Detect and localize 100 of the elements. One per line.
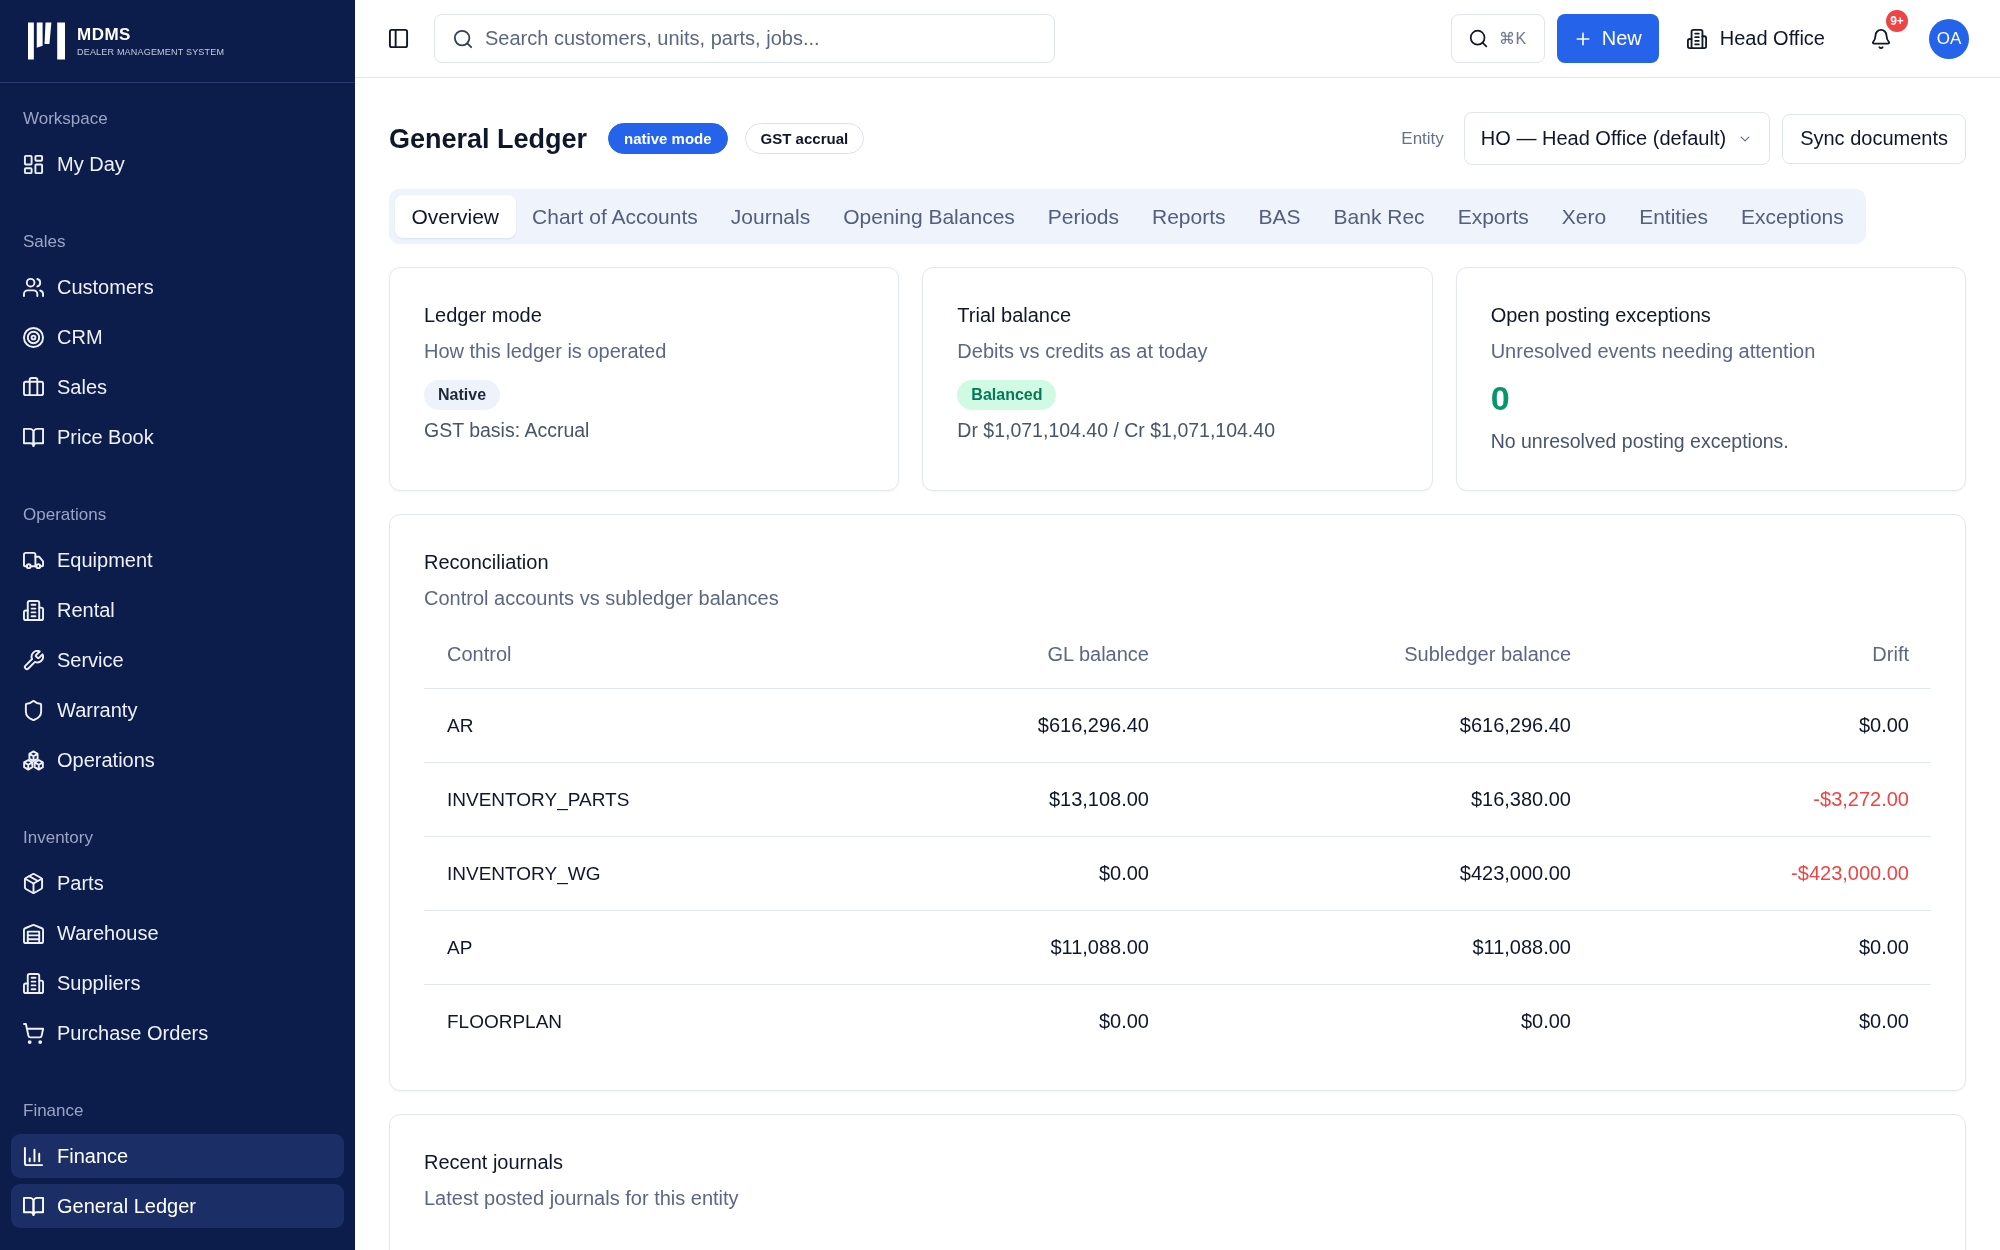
table-cell-text: -$423,000.00: [1790, 862, 1910, 885]
table-cell-text: $0.00: [1857, 1010, 1910, 1033]
sidebar-item[interactable]: Sales: [11, 365, 344, 409]
sidebar-item[interactable]: Warranty: [11, 688, 344, 732]
table-cell-text: $0.00: [1857, 714, 1910, 737]
bell-icon: [1871, 28, 1891, 49]
tab[interactable]: Opening Balances: [826, 195, 1032, 238]
sidebar-section-label: Operations: [22, 504, 107, 526]
sidebar-item[interactable]: Service: [11, 638, 344, 682]
card-detail: Dr $1,071,104.40 / Cr $1,071,104.40: [957, 418, 1275, 443]
card-detail: GST basis: Accrual: [424, 418, 590, 443]
table-cell-text: AR: [446, 714, 475, 737]
page-title: General Ledger: [389, 122, 588, 156]
tab[interactable]: Reports: [1135, 195, 1243, 238]
tab[interactable]: BAS: [1242, 195, 1318, 238]
sidebar-item[interactable]: Purchase Orders: [11, 1011, 344, 1055]
entity-label: Entity: [1401, 128, 1444, 149]
card-subtitle: Control accounts vs subledger balances: [424, 586, 779, 611]
tab[interactable]: Exports: [1441, 195, 1546, 238]
sidebar-item[interactable]: Price Book: [11, 415, 344, 459]
sidebar-item[interactable]: Suppliers: [11, 961, 344, 1005]
tab[interactable]: Overview: [395, 195, 516, 238]
new-button[interactable]: New: [1556, 14, 1659, 63]
table-cell-text: INVENTORY_WG: [446, 862, 602, 885]
search-icon: [453, 29, 473, 49]
command-search-button[interactable]: ⌘K: [1450, 14, 1545, 63]
notifications-button[interactable]: [1869, 26, 1893, 51]
wrench-icon: [23, 649, 44, 671]
sidebar-item[interactable]: General Ledger: [11, 1184, 344, 1228]
mode-badge: GST accrual: [744, 123, 865, 154]
sidebar-item[interactable]: CRM: [11, 315, 344, 359]
shield-icon: [23, 699, 44, 721]
sidebar-item[interactable]: Customers: [11, 265, 344, 309]
table-cell-text: $0.00: [1097, 862, 1150, 885]
table-cell-text: $616,296.40: [1036, 714, 1150, 737]
panel-icon: [387, 28, 409, 49]
sidebar-section-label: Sales: [22, 231, 66, 253]
tab[interactable]: Exceptions: [1724, 195, 1861, 238]
tab[interactable]: Journals: [714, 195, 827, 238]
tab[interactable]: Entities: [1622, 195, 1725, 238]
building-icon: [1686, 28, 1707, 49]
sidebar-item[interactable]: Warehouse: [11, 911, 344, 955]
table-cell-text: $423,000.00: [1458, 862, 1572, 885]
package-icon: [23, 872, 44, 894]
target-icon: [23, 326, 44, 348]
truck-icon: [23, 549, 44, 571]
search-icon: [1469, 29, 1489, 48]
table-cell-text: $0.00: [1519, 1010, 1572, 1033]
status-badge: Balanced: [957, 380, 1057, 410]
cart-icon: [23, 1022, 44, 1044]
entity-select[interactable]: HO — Head Office (default): [1463, 112, 1771, 165]
sidebar-section-label: Workspace: [22, 108, 108, 130]
tab[interactable]: Xero: [1545, 195, 1623, 238]
logo-tagline: DEALER MANAGEMENT SYSTEM: [77, 46, 225, 57]
notification-count: 9+: [1886, 9, 1908, 32]
mode-badge: native mode: [608, 123, 728, 154]
sidebar-item[interactable]: My Day: [11, 142, 344, 186]
table-cell-text: FLOORPLAN: [446, 1010, 564, 1033]
card-detail: No unresolved posting exceptions.: [1490, 429, 1789, 454]
table-cell-text: INVENTORY_PARTS: [446, 788, 631, 811]
building-icon: [23, 972, 44, 994]
search-field[interactable]: Search customers, units, parts, jobs...: [434, 14, 1055, 63]
table-cell-text: $0.00: [1857, 936, 1910, 959]
sidebar-item[interactable]: Equipment: [11, 538, 344, 582]
tab[interactable]: Chart of Accounts: [515, 195, 715, 238]
table-cell-text: -$3,272.00: [1812, 788, 1910, 811]
building-icon: [23, 599, 44, 621]
cubes-icon: [23, 749, 44, 771]
column-header: GL balance: [1046, 643, 1150, 666]
briefcase-icon: [23, 376, 44, 398]
table-cell-text: $13,108.00: [1047, 788, 1150, 811]
logo-icon: [28, 22, 65, 60]
table-cell-text: $616,296.40: [1458, 714, 1572, 737]
card-title: Ledger mode: [424, 303, 542, 328]
location-switcher[interactable]: Head Office: [1686, 18, 1825, 59]
sidebar-item[interactable]: Parts: [11, 861, 344, 905]
card-title: Reconciliation: [424, 550, 549, 575]
table-cell-text: $11,088.00: [1049, 936, 1150, 959]
card-title: Open posting exceptions: [1490, 303, 1711, 328]
tab[interactable]: Bank Rec: [1317, 195, 1442, 238]
column-header: Drift: [1871, 643, 1910, 666]
card-title: Trial balance: [957, 303, 1072, 328]
tab[interactable]: Periods: [1031, 195, 1136, 238]
card-subtitle: Unresolved events needing attention: [1490, 339, 1816, 364]
card-subtitle: Debits vs credits as at today: [957, 339, 1208, 364]
status-badge: Native: [424, 380, 501, 410]
table-cell-text: $11,088.00: [1471, 936, 1572, 959]
table-cell-text: $16,380.00: [1469, 788, 1572, 811]
sidebar-item[interactable]: Operations: [11, 738, 344, 782]
sync-documents-button[interactable]: Sync documents: [1782, 113, 1966, 164]
sidebar-item[interactable]: Finance: [11, 1134, 344, 1178]
user-avatar[interactable]: OA: [1929, 18, 1969, 59]
sidebar-item[interactable]: Rental: [11, 588, 344, 632]
table-cell-text: $0.00: [1097, 1010, 1150, 1033]
book-icon: [23, 1195, 44, 1217]
sidebar-section-label: Inventory: [22, 827, 93, 849]
card-title: Recent journals: [424, 1150, 563, 1175]
card-subtitle: Latest posted journals for this entity: [424, 1186, 739, 1211]
bar-chart-icon: [23, 1145, 44, 1167]
exception-count: 0: [1490, 378, 1510, 418]
